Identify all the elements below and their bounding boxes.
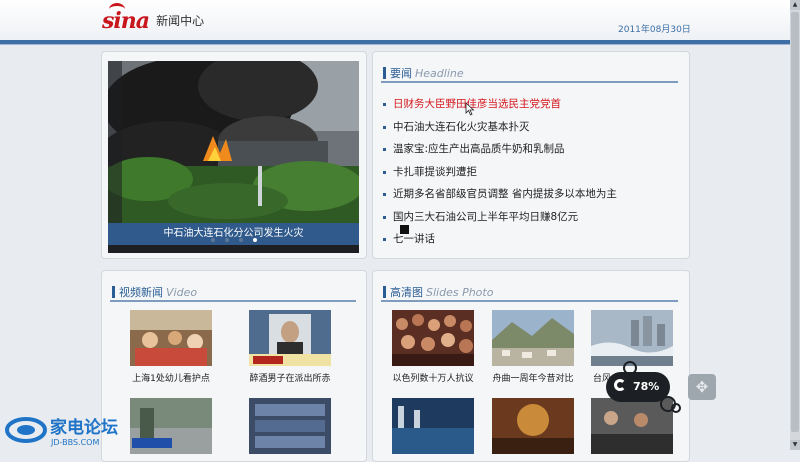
- headline-link[interactable]: 温家宝:应生产出高品质牛奶和乳制品: [383, 138, 617, 161]
- video-title-cn: 视频新闻: [119, 286, 163, 299]
- video-thumb[interactable]: [249, 310, 331, 366]
- video-caption[interactable]: 上海1处幼儿看护点: [124, 371, 218, 384]
- video-caption[interactable]: 醉酒男子在派出所赤: [243, 371, 337, 384]
- headline-title-cn: 要闻: [390, 67, 412, 80]
- forum-watermark-logo: 家电论坛 JD-BBS.COM: [5, 417, 118, 447]
- slideshow[interactable]: 中石油大连石化分公司发生火灾: [108, 61, 359, 253]
- sina-logo[interactable]: sina 新闻中心: [102, 3, 205, 36]
- photo-thumb[interactable]: [392, 310, 474, 366]
- fire-photo[interactable]: [108, 61, 359, 223]
- headline-title-en: Headline: [415, 67, 464, 80]
- photo-thumb[interactable]: [392, 398, 474, 454]
- watermark-name: 家电论坛: [50, 417, 118, 438]
- photo-section-title: 高清图 Slides Photo: [383, 284, 493, 300]
- slide-dot-active[interactable]: [253, 238, 257, 242]
- scroll-up-arrow-icon[interactable]: ▲: [790, 0, 800, 10]
- sina-eye-icon: [109, 3, 125, 16]
- headline-link[interactable]: 七一讲话: [383, 228, 617, 251]
- photo-caption[interactable]: 舟曲一周年今昔对比: [486, 371, 580, 384]
- header-divider-thin: [0, 44, 790, 45]
- photo-thumb[interactable]: [492, 398, 574, 454]
- logo-subtitle: 新闻中心: [156, 14, 205, 28]
- video-thumb[interactable]: [249, 398, 331, 454]
- headline-section-title: 要闻 Headline: [383, 65, 464, 81]
- photo-caption[interactable]: 以色列数十万人抗议: [386, 371, 480, 384]
- headline-link[interactable]: 中石油大连石化火灾基本扑灭: [383, 116, 617, 139]
- headline-list: 日财务大臣野田佳彦当选民主党党首 中石油大连石化火灾基本扑灭 温家宝:应生产出高…: [383, 93, 617, 251]
- headline-link[interactable]: 日财务大臣野田佳彦当选民主党党首: [383, 93, 617, 116]
- section-marker: [112, 286, 115, 298]
- page-scrollbar[interactable]: ▲ ▼: [790, 0, 800, 450]
- video-section-title: 视频新闻 Video: [112, 284, 197, 300]
- video-thumb[interactable]: [130, 398, 212, 454]
- decorative-bubbles-icon: [623, 361, 681, 413]
- headline-link[interactable]: 国内三大石油公司上半年平均日赚8亿元: [383, 206, 617, 229]
- section-marker: [383, 286, 386, 298]
- headline-link[interactable]: 近期多名省部级官员调整 省内提拔多以本地为主: [383, 183, 617, 206]
- slide-dot[interactable]: [225, 238, 229, 242]
- watermark-url: JD-BBS.COM: [50, 438, 99, 447]
- header-date: 2011年08月30日: [618, 25, 691, 35]
- section-marker: [383, 67, 386, 79]
- video-rule: [110, 300, 356, 302]
- slide-dot[interactable]: [211, 238, 215, 242]
- photo-rule: [381, 300, 678, 302]
- scroll-thumb[interactable]: [791, 12, 799, 432]
- scroll-down-arrow-icon[interactable]: ▼: [790, 440, 800, 450]
- site-header: sina 新闻中心 2011年08月30日: [0, 0, 800, 40]
- headline-rule: [381, 81, 678, 83]
- move-icon[interactable]: ✥: [688, 374, 716, 400]
- headline-link[interactable]: 卡扎菲提谈判遭拒: [383, 161, 617, 184]
- video-thumb[interactable]: [130, 310, 212, 366]
- photo-thumb[interactable]: [492, 310, 574, 366]
- photo-title-cn: 高清图: [390, 286, 423, 299]
- focus-marker-icon: [400, 225, 409, 234]
- slide-dots: [108, 236, 359, 244]
- slide-dot[interactable]: [239, 238, 243, 242]
- mouse-cursor-icon: [465, 102, 475, 116]
- photo-title-en: Slides Photo: [426, 286, 494, 299]
- video-title-en: Video: [166, 286, 198, 299]
